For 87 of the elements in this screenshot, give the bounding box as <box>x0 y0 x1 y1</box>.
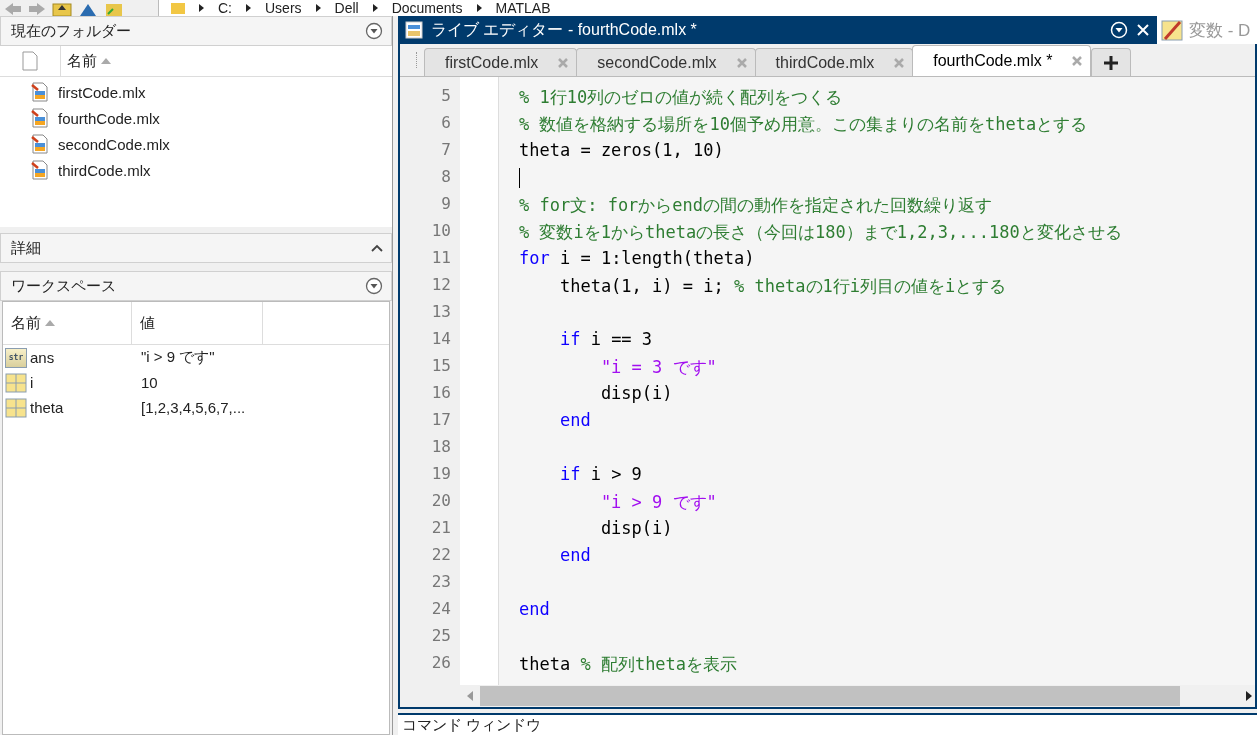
code-line[interactable]: disp(i) <box>600 518 673 538</box>
line-number: 10 <box>430 221 452 242</box>
line-number: 6 <box>440 113 452 134</box>
line-number: 20 <box>430 491 452 512</box>
line-number: 14 <box>430 329 452 350</box>
live-script-file-icon <box>30 82 50 102</box>
line-number: 5 <box>440 86 452 107</box>
path-segment[interactable]: Users <box>265 0 302 16</box>
live-script-file-icon <box>30 108 50 128</box>
variable-name[interactable]: i <box>30 374 34 391</box>
line-number: 23 <box>430 572 452 593</box>
code-line[interactable]: theta(1, i) = i; % thetaの1行i列目の値をiとする <box>559 276 1007 296</box>
path-segment[interactable]: C: <box>218 0 232 16</box>
matrix-variable-icon <box>5 372 27 393</box>
file-name[interactable]: thirdCode.mlx <box>58 161 151 179</box>
variable-name[interactable]: ans <box>30 349 55 366</box>
code-line[interactable]: % for文: forからendの間の動作を指定された回数繰り返す <box>519 195 993 215</box>
line-number: 18 <box>430 437 452 458</box>
variable-value: 10 <box>140 374 158 391</box>
code-line[interactable]: end <box>519 599 550 619</box>
close-icon[interactable] <box>1136 23 1150 37</box>
collapse-caret-icon[interactable] <box>371 244 383 252</box>
line-number: 16 <box>430 383 452 404</box>
panel-menu-icon[interactable] <box>365 277 383 295</box>
line-number: 8 <box>440 167 452 188</box>
file-tab[interactable]: secondCode.mlx <box>576 48 756 76</box>
line-number: 24 <box>430 599 452 620</box>
code-line[interactable]: theta % 配列thetaを表示 <box>519 654 738 674</box>
panel-menu-icon[interactable] <box>365 22 383 40</box>
path-segment[interactable]: Documents <box>391 0 463 16</box>
file-type-icon <box>22 51 38 71</box>
column-header[interactable]: 名前 <box>61 51 111 71</box>
string-variable-icon: str <box>5 347 27 368</box>
line-number: 17 <box>430 410 452 431</box>
panel-title: 現在のフォルダー <box>11 21 131 41</box>
variable-name[interactable]: theta <box>30 399 64 416</box>
plus-icon <box>1103 54 1120 71</box>
code-line[interactable]: end <box>559 410 591 430</box>
line-number: 13 <box>430 302 452 323</box>
code-line[interactable]: end <box>559 545 591 565</box>
code-line[interactable]: theta = zeros(1, 10) <box>519 140 724 160</box>
code-line[interactable]: "i > 9 です" <box>600 492 717 512</box>
file-tab[interactable]: firstCode.mlx <box>424 48 578 76</box>
panel-title: 詳細 <box>11 238 41 258</box>
code-line[interactable]: % 1行10列のゼロの値が続く配列をつくる <box>519 87 843 107</box>
folder-up-icon[interactable] <box>52 2 72 16</box>
line-number: 7 <box>440 140 452 161</box>
line-number: 11 <box>430 248 452 269</box>
live-script-file-icon <box>30 134 50 154</box>
live-editor-icon <box>405 21 423 39</box>
variable-value: "i > 9 です" <box>140 348 215 367</box>
file-name[interactable]: fourthCode.mlx <box>58 109 160 127</box>
panel-title: コマンド ウィンドウ <box>402 715 542 735</box>
line-number: 9 <box>440 194 452 215</box>
new-tab-button[interactable] <box>1091 48 1132 76</box>
line-number: 22 <box>430 545 452 566</box>
line-number: 25 <box>430 626 452 647</box>
file-name[interactable]: firstCode.mlx <box>58 83 146 101</box>
window-title: ライブ エディター - fourthCode.mlx * <box>431 19 697 40</box>
scroll-right-icon[interactable] <box>1245 691 1253 701</box>
file-tab[interactable]: thirdCode.mlx <box>754 48 914 76</box>
column-header[interactable]: 値 <box>132 302 263 344</box>
path-segment[interactable]: Dell <box>334 0 359 16</box>
line-number: 19 <box>430 464 452 485</box>
line-number: 21 <box>430 518 452 539</box>
scroll-left-icon[interactable] <box>466 691 474 701</box>
code-line[interactable]: if i > 9 <box>559 464 642 484</box>
code-line[interactable]: for i = 1:length(theta) <box>519 248 755 268</box>
panel-title: ワークスペース <box>11 276 116 296</box>
pencil-grid-icon <box>1161 19 1183 41</box>
matrix-variable-icon <box>5 397 27 418</box>
variable-value: [1,2,3,4,5,6,7,... <box>140 399 246 416</box>
file-name[interactable]: secondCode.mlx <box>58 135 170 153</box>
file-tab[interactable]: fourthCode.mlx * <box>912 45 1092 76</box>
column-header[interactable]: 名前 <box>3 302 132 344</box>
code-line[interactable]: % 変数iを1からthetaの長さ（今回は180）まで1,2,3,...180と変化させる <box>519 222 1122 242</box>
browse-folder-icon[interactable] <box>104 2 124 16</box>
path-segment[interactable]: MATLAB <box>495 0 551 16</box>
code-line[interactable]: % 数値を格納する場所を10個予め用意。この集まりの名前をthetaとする <box>519 114 1088 134</box>
line-number: 26 <box>430 653 452 674</box>
code-line[interactable]: "i = 3 です" <box>600 357 717 377</box>
live-script-file-icon <box>30 160 50 180</box>
folder-icon <box>171 2 185 14</box>
line-number: 15 <box>430 356 452 377</box>
line-number: 12 <box>430 275 452 296</box>
code-line[interactable]: disp(i) <box>600 383 673 403</box>
code-line[interactable]: if i == 3 <box>559 329 653 349</box>
